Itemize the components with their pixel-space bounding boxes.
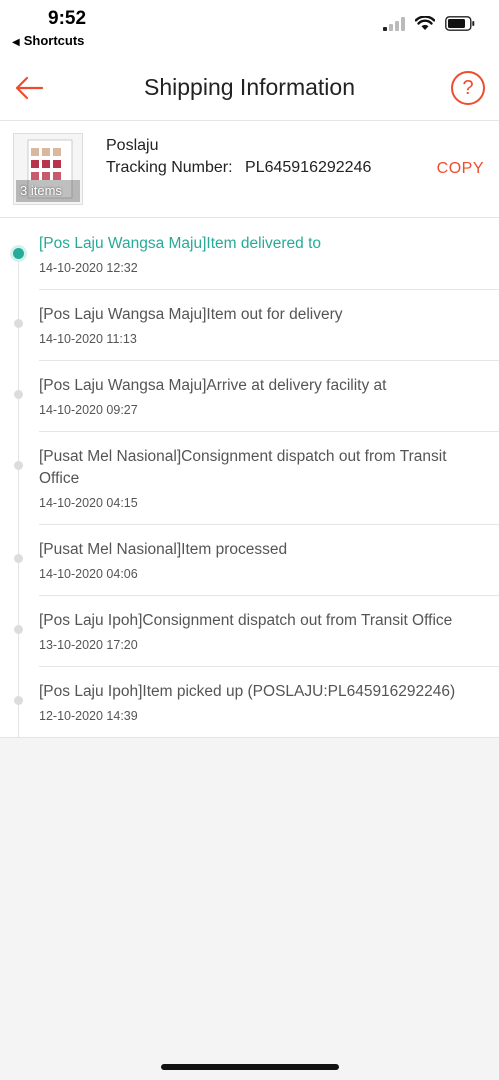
event-timestamp: 14-10-2020 09:27 <box>39 403 138 417</box>
status-icons <box>383 16 475 31</box>
back-to-app-link[interactable]: ◀ Shortcuts <box>12 33 84 48</box>
nav-bar: Shipping Information ? <box>0 56 499 121</box>
event-timestamp: 14-10-2020 04:06 <box>39 567 138 581</box>
timeline-dot <box>14 696 23 705</box>
timeline-dot <box>14 461 23 470</box>
carrier-name: Poslaju <box>106 137 159 154</box>
timeline-event: [Pos Laju Wangsa Maju]Item out for deliv… <box>0 289 499 360</box>
battery-icon <box>445 16 475 31</box>
event-description: [Pos Laju Ipoh]Item picked up (POSLAJU:P… <box>39 683 456 700</box>
wifi-icon <box>415 16 435 30</box>
tracking-row: Tracking Number: PL645916292246 <box>106 159 371 177</box>
item-count-label: 3 items <box>20 183 62 198</box>
timeline-dot <box>14 554 23 563</box>
status-time: 9:52 <box>48 8 87 29</box>
timeline-dot <box>14 390 23 399</box>
event-timestamp: 14-10-2020 11:13 <box>39 332 137 346</box>
timeline-event: [Pos Laju Ipoh]Item picked up (POSLAJU:P… <box>0 666 499 737</box>
event-timestamp: 13-10-2020 17:20 <box>39 638 138 652</box>
timeline-event: [Pos Laju Wangsa Maju]Item delivered to … <box>0 218 499 289</box>
back-triangle-icon: ◀ <box>12 37 20 48</box>
shipment-header: 3 items Poslaju Tracking Number: PL64591… <box>0 121 499 218</box>
help-button[interactable]: ? <box>451 71 485 105</box>
timeline-event: [Pusat Mel Nasional]Consignment dispatch… <box>0 431 499 524</box>
copy-button[interactable]: COPY <box>437 160 484 178</box>
status-bar: 9:52 ◀ Shortcuts <box>0 0 499 56</box>
cellular-signal-icon <box>383 16 405 31</box>
back-app-label: Shortcuts <box>23 33 85 48</box>
event-description: [Pos Laju Ipoh]Consignment dispatch out … <box>39 612 453 629</box>
page-title: Shipping Information <box>144 74 355 100</box>
event-description: [Pos Laju Wangsa Maju]Arrive at delivery… <box>39 377 387 394</box>
event-timestamp: 12-10-2020 14:39 <box>39 709 138 723</box>
home-indicator[interactable] <box>161 1064 339 1070</box>
timeline-dot-active <box>13 248 24 259</box>
tracking-number: PL645916292246 <box>245 159 372 176</box>
product-thumbnail[interactable]: 3 items <box>13 133 83 205</box>
timeline-event: [Pos Laju Wangsa Maju]Arrive at delivery… <box>0 360 499 431</box>
timeline-dot <box>14 625 23 634</box>
timeline-event: [Pusat Mel Nasional]Item processed 14-10… <box>0 524 499 595</box>
event-description: [Pusat Mel Nasional]Consignment dispatch… <box>39 448 447 487</box>
event-timestamp: 14-10-2020 04:15 <box>39 496 138 510</box>
event-description: [Pos Laju Wangsa Maju]Item out for deliv… <box>39 306 343 323</box>
event-description: [Pusat Mel Nasional]Item processed <box>39 541 288 558</box>
event-timestamp: 14-10-2020 12:32 <box>39 261 138 275</box>
timeline-event: [Pos Laju Ipoh]Consignment dispatch out … <box>0 595 499 666</box>
tracking-timeline: [Pos Laju Wangsa Maju]Item delivered to … <box>0 218 499 738</box>
timeline-dot <box>14 319 23 328</box>
event-description: [Pos Laju Wangsa Maju]Item delivered to <box>39 235 322 252</box>
tracking-label: Tracking Number: <box>106 159 233 176</box>
